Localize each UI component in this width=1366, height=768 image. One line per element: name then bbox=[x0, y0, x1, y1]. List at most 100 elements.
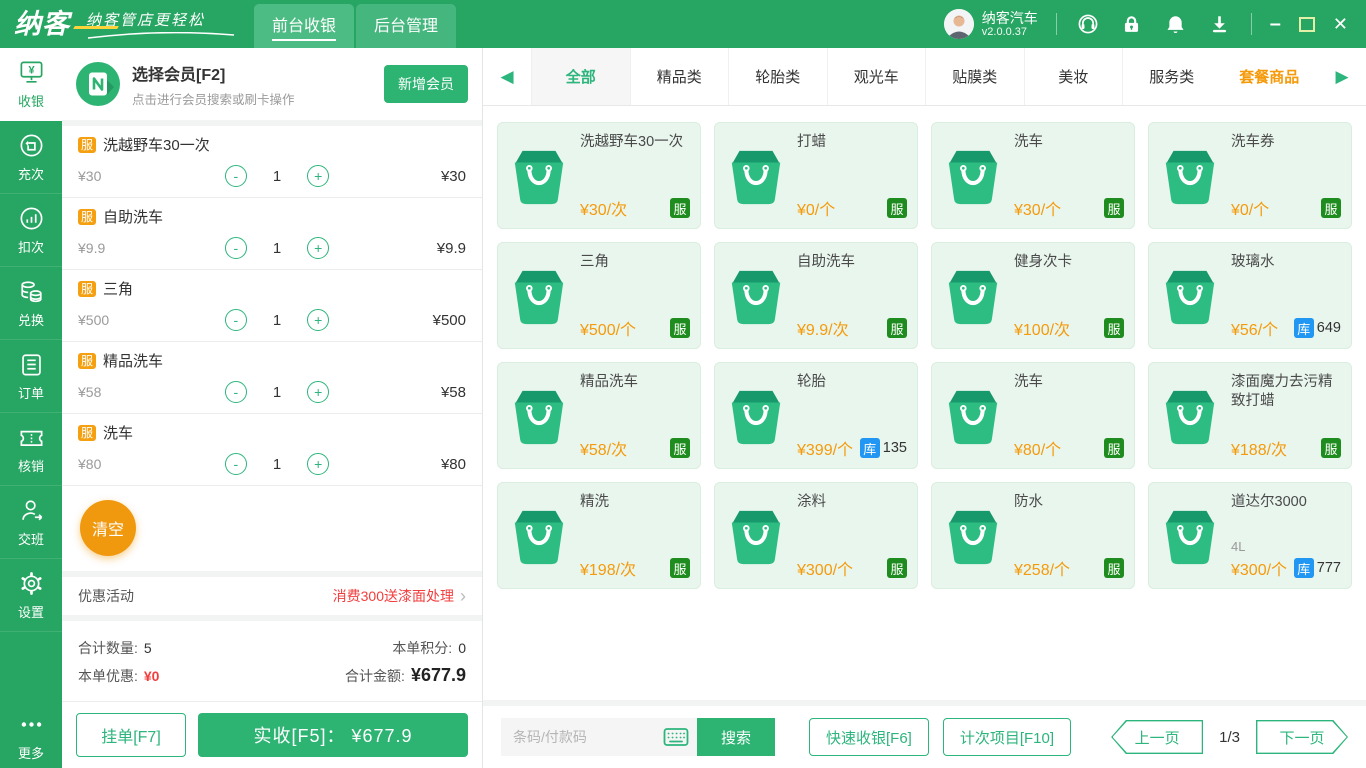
quantity: 1 bbox=[272, 239, 282, 257]
sidebar-item-cashier[interactable]: ¥ 收银 bbox=[0, 48, 62, 121]
product-bag-icon bbox=[1159, 266, 1221, 328]
category-prev-arrow[interactable]: ◀ bbox=[483, 48, 531, 105]
category-tab[interactable]: 观光车 bbox=[826, 48, 926, 105]
unit-price: ¥9.9 bbox=[78, 240, 106, 256]
select-member-area[interactable]: 选择会员[F2] 点击进行会员搜索或刷卡操作 新增会员 bbox=[62, 48, 482, 120]
promo-row[interactable]: 优惠活动 消费300送漆面处理 › bbox=[62, 577, 482, 615]
product-card[interactable]: 健身次卡 ¥100/次服 bbox=[931, 242, 1135, 349]
add-member-button[interactable]: 新增会员 bbox=[384, 65, 468, 103]
category-tab[interactable]: 轮胎类 bbox=[728, 48, 827, 105]
product-card[interactable]: 自助洗车 ¥9.9/次服 bbox=[714, 242, 918, 349]
product-bag-icon bbox=[508, 266, 570, 328]
sidebar-item-exchange[interactable]: 兑换 bbox=[0, 267, 62, 340]
product-bag-icon bbox=[942, 386, 1004, 448]
product-card[interactable]: 洗越野车30一次 ¥30/次服 bbox=[497, 122, 701, 229]
category-tab[interactable]: 服务类 bbox=[1122, 48, 1221, 105]
count-project-button[interactable]: 计次项目[F10] bbox=[942, 718, 1072, 756]
product-card[interactable]: 洗车 ¥80/个服 bbox=[931, 362, 1135, 469]
service-badge: 服 bbox=[78, 280, 97, 297]
plus-button[interactable]: + bbox=[307, 237, 330, 259]
clear-section: 清空 bbox=[62, 486, 482, 571]
next-page-button[interactable]: 下一页 bbox=[1256, 720, 1348, 754]
product-card[interactable]: 精品洗车 ¥58/次服 bbox=[497, 362, 701, 469]
minus-button[interactable]: - bbox=[224, 309, 247, 331]
totals-section: 合计数量: 5 本单积分: 0 本单优惠: ¥0 合计金额: ¥677.9 bbox=[62, 621, 482, 701]
product-bag-icon bbox=[1159, 386, 1221, 448]
plus-button[interactable]: + bbox=[307, 381, 330, 403]
product-card[interactable]: 三角 ¥500/个服 bbox=[497, 242, 701, 349]
product-card[interactable]: 洗车 ¥30/个服 bbox=[931, 122, 1135, 229]
minus-button[interactable]: - bbox=[224, 453, 247, 475]
quantity: 1 bbox=[272, 167, 282, 185]
product-card[interactable]: 玻璃水 ¥56/个库 649 bbox=[1148, 242, 1352, 349]
service-tag: 服 bbox=[1104, 198, 1124, 218]
minus-button[interactable]: - bbox=[224, 381, 247, 403]
sidebar-item-recharge[interactable]: 充次 bbox=[0, 121, 62, 194]
clear-cart-button[interactable]: 清空 bbox=[80, 500, 136, 556]
more-icon bbox=[21, 721, 41, 727]
category-tab[interactable]: 贴膜类 bbox=[925, 48, 1024, 105]
bell-icon[interactable] bbox=[1163, 11, 1189, 37]
plus-button[interactable]: + bbox=[307, 309, 330, 331]
category-tab[interactable]: 美妆 bbox=[1023, 48, 1123, 105]
quick-cashier-button[interactable]: 快速收银[F6] bbox=[809, 718, 929, 756]
service-tag: 服 bbox=[887, 318, 907, 338]
sidebar-item-deduct[interactable]: 扣次 bbox=[0, 194, 62, 267]
points-value: 0 bbox=[458, 640, 466, 656]
plus-button[interactable]: + bbox=[307, 165, 330, 187]
lock-icon[interactable] bbox=[1119, 11, 1145, 37]
unit-price: ¥80 bbox=[78, 456, 102, 472]
category-tab-package[interactable]: 套餐商品 bbox=[1221, 48, 1319, 105]
close-button[interactable]: ✕ bbox=[1333, 14, 1348, 35]
sidebar-item-shift[interactable]: 交班 bbox=[0, 486, 62, 559]
sidebar-item-orders[interactable]: 订单 bbox=[0, 340, 62, 413]
tab-back-admin[interactable]: 后台管理 bbox=[356, 4, 456, 48]
minimize-button[interactable]: – bbox=[1270, 13, 1281, 36]
service-tag: 服 bbox=[887, 198, 907, 218]
plus-button[interactable]: + bbox=[307, 453, 330, 475]
service-tag: 服 bbox=[670, 318, 690, 338]
category-next-arrow[interactable]: ▶ bbox=[1318, 48, 1366, 105]
total-qty-label: 合计数量: bbox=[78, 640, 138, 656]
product-card[interactable]: 打蜡 ¥0/个服 bbox=[714, 122, 918, 229]
promo-value: 消费300送漆面处理 bbox=[332, 588, 454, 604]
barcode-input[interactable] bbox=[513, 729, 663, 745]
prev-page-button[interactable]: 上一页 bbox=[1111, 720, 1204, 754]
product-card[interactable]: 轮胎 ¥399/个库 135 bbox=[714, 362, 918, 469]
sidebar-item-settings[interactable]: 设置 bbox=[0, 559, 62, 632]
service-tag: 服 bbox=[1104, 558, 1124, 578]
search-button[interactable]: 搜索 bbox=[697, 718, 775, 756]
sidebar-item-more[interactable]: 更多 bbox=[0, 704, 62, 768]
discount-label: 本单优惠: bbox=[78, 668, 138, 684]
chevron-right-icon: › bbox=[460, 585, 466, 606]
keyboard-icon[interactable] bbox=[663, 727, 689, 747]
category-tab-all[interactable]: 全部 bbox=[531, 48, 630, 105]
checkout-button[interactable]: 实收[F5]： ¥677.9 bbox=[198, 713, 468, 757]
cashier-icon: ¥ bbox=[20, 61, 42, 83]
service-tag: 服 bbox=[670, 438, 690, 458]
product-bag-icon bbox=[942, 146, 1004, 208]
download-icon[interactable] bbox=[1207, 11, 1233, 37]
tab-front-cashier[interactable]: 前台收银 bbox=[254, 4, 354, 48]
stock-tag: 库 bbox=[1293, 318, 1314, 338]
product-card[interactable]: 防水 ¥258/个服 bbox=[931, 482, 1135, 589]
avatar[interactable] bbox=[943, 9, 974, 39]
product-card[interactable]: 漆面魔力去污精致打蜡 ¥188/次服 bbox=[1148, 362, 1352, 469]
sidebar-item-verify[interactable]: 核销 bbox=[0, 413, 62, 486]
service-badge: 服 bbox=[78, 136, 97, 153]
customer-service-icon[interactable] bbox=[1075, 11, 1101, 37]
minus-button[interactable]: - bbox=[224, 237, 247, 259]
category-tab[interactable]: 精品类 bbox=[629, 48, 729, 105]
product-card[interactable]: 涂料 ¥300/个服 bbox=[714, 482, 918, 589]
product-card[interactable]: 道达尔3000 4L ¥300/个库 777 bbox=[1148, 482, 1352, 589]
divider bbox=[1055, 13, 1057, 35]
hold-order-button[interactable]: 挂单[F7] bbox=[76, 713, 186, 757]
minus-button[interactable]: - bbox=[224, 165, 247, 187]
product-card[interactable]: 精洗 ¥198/次服 bbox=[497, 482, 701, 589]
product-card[interactable]: 洗车券 ¥0/个服 bbox=[1148, 122, 1352, 229]
maximize-button[interactable] bbox=[1298, 16, 1315, 32]
promo-label: 优惠活动 bbox=[78, 588, 134, 604]
product-bag-icon bbox=[508, 506, 570, 568]
member-title: 选择会员[F2] bbox=[132, 66, 226, 84]
